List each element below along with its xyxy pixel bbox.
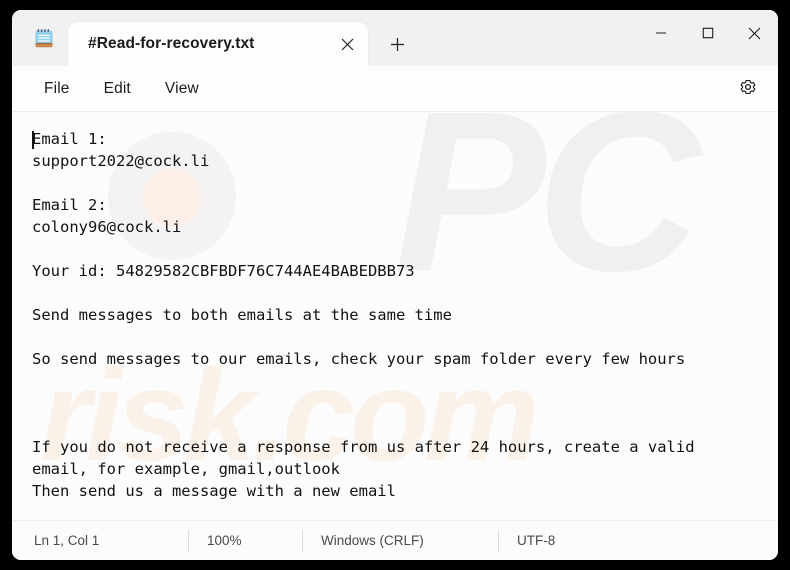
minimize-button[interactable] — [637, 10, 684, 56]
window-close-button[interactable] — [731, 10, 778, 56]
tab-title: #Read-for-recovery.txt — [88, 35, 255, 52]
notepad-icon — [32, 27, 56, 51]
tab-close-icon[interactable] — [332, 29, 362, 59]
status-line-ending[interactable]: Windows (CRLF) — [302, 529, 498, 552]
settings-button[interactable] — [732, 73, 764, 105]
maximize-button[interactable] — [684, 10, 731, 56]
gear-icon — [739, 78, 757, 101]
tab-read-for-recovery[interactable]: #Read-for-recovery.txt — [68, 22, 368, 66]
title-bar: #Read-for-recovery.txt — [12, 10, 778, 66]
new-tab-button[interactable] — [376, 23, 418, 65]
status-encoding[interactable]: UTF-8 — [498, 529, 638, 552]
menu-edit[interactable]: Edit — [90, 74, 145, 104]
status-bar: Ln 1, Col 1 100% Windows (CRLF) UTF-8 — [12, 520, 778, 560]
menu-bar: File Edit View — [12, 66, 778, 112]
tab-strip: #Read-for-recovery.txt — [12, 10, 418, 66]
desktop-background: #Read-for-recovery.txt File Edit View PC… — [0, 0, 790, 570]
status-cursor-position[interactable]: Ln 1, Col 1 — [12, 530, 188, 552]
notepad-window: #Read-for-recovery.txt File Edit View PC… — [12, 10, 778, 560]
menu-view[interactable]: View — [151, 74, 213, 104]
text-editor-area[interactable]: PC risk.com Email 1: support2022@cock.li… — [12, 112, 778, 520]
window-controls — [637, 10, 778, 56]
status-zoom-level[interactable]: 100% — [188, 529, 302, 552]
note-text-content[interactable]: Email 1: support2022@cock.li Email 2: co… — [12, 112, 778, 502]
menu-file[interactable]: File — [30, 74, 84, 104]
